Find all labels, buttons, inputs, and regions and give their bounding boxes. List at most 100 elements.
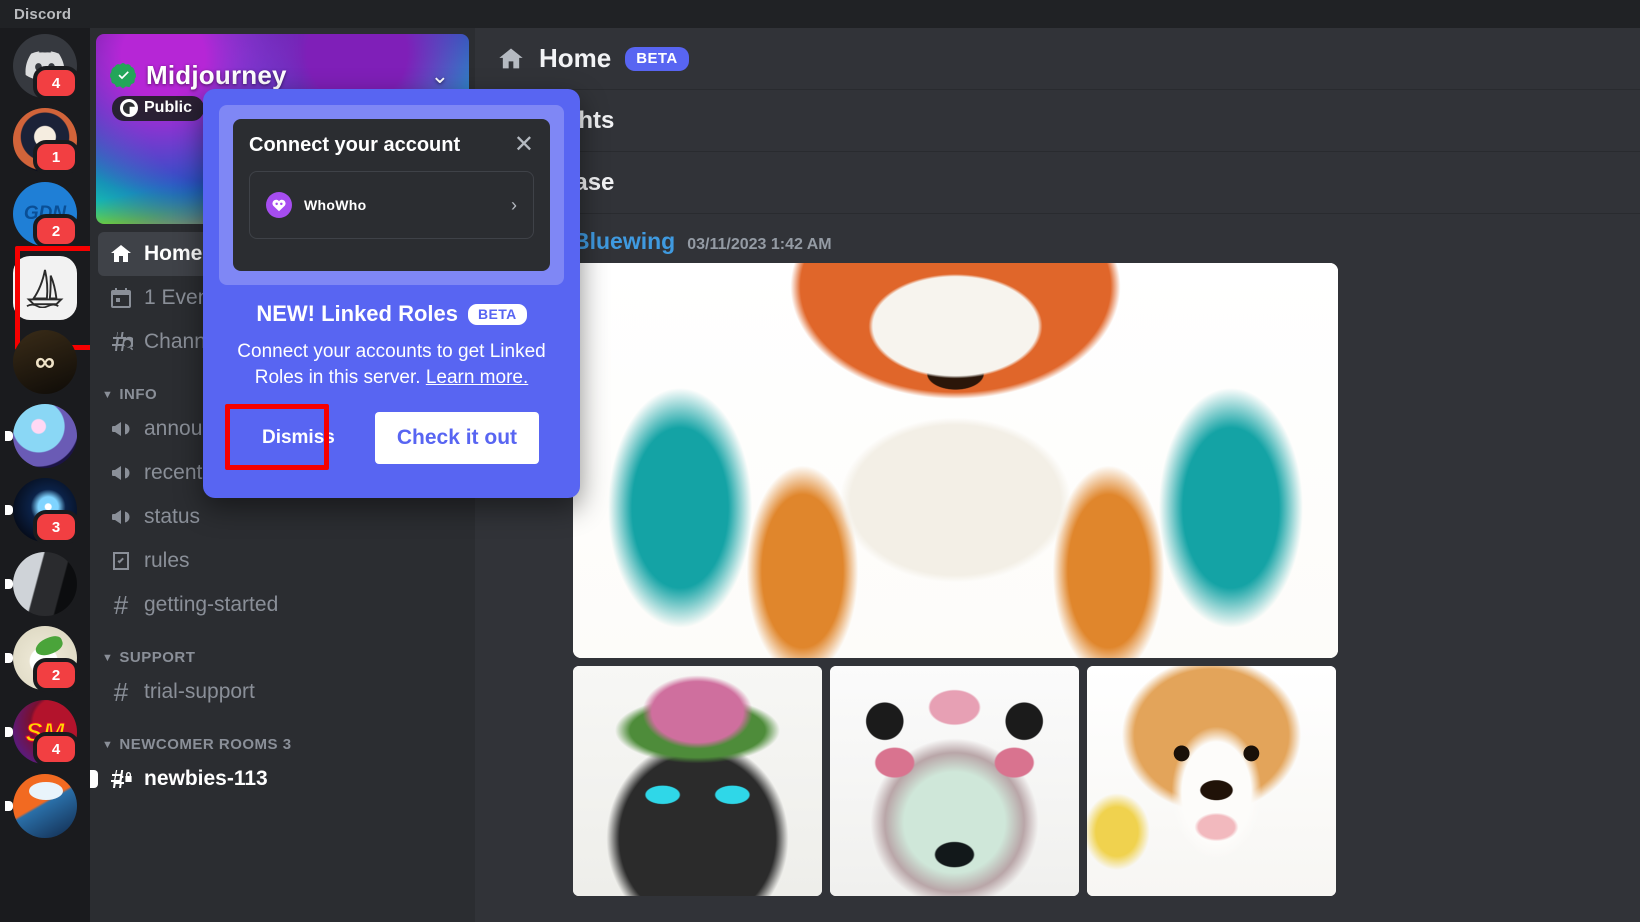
announcement-icon: [108, 416, 134, 442]
dismiss-button-wrapper: Dismiss: [224, 404, 353, 471]
category-label: NEWCOMER ROOMS 3: [119, 736, 292, 753]
message-feed: Bluewing 03/11/2023 1:42 AM: [475, 214, 1640, 896]
chevron-down-icon: ▼: [102, 388, 114, 401]
category-label: SUPPORT: [119, 649, 196, 666]
channel-getting-started[interactable]: # getting-started: [98, 583, 467, 627]
server-icon-gdn[interactable]: GDN 2: [13, 182, 79, 248]
message-thumbnail[interactable]: [573, 666, 822, 896]
whowho-logo-icon: [266, 192, 292, 218]
server-icon-1[interactable]: 1: [13, 108, 79, 174]
channel-newbies-113[interactable]: newbies-113: [90, 757, 467, 801]
close-icon[interactable]: ✕: [514, 133, 534, 157]
window-titlebar: Discord: [0, 0, 1640, 28]
server-icon-unicorn[interactable]: [5, 404, 77, 468]
server-badge-count: 3: [33, 510, 79, 544]
connect-account-card: Connect your account ✕ WhoWho ›: [233, 119, 550, 271]
main-header: Home BETA: [475, 28, 1640, 90]
sidebar-item-label: Home: [144, 242, 203, 265]
server-name: Midjourney: [146, 60, 287, 90]
category-newcomer-rooms[interactable]: ▼ NEWCOMER ROOMS 3: [102, 736, 467, 753]
connect-card-title: Connect your account: [249, 133, 461, 156]
announcement-icon: [108, 460, 134, 486]
popout-actions: Dismiss Check it out: [221, 404, 562, 471]
connection-row-whowho[interactable]: WhoWho ›: [249, 171, 534, 239]
hash-icon: #: [113, 677, 129, 707]
check-it-out-button[interactable]: Check it out: [374, 412, 540, 465]
hero-icon: [13, 774, 77, 838]
moon-landscape-icon: [13, 552, 77, 616]
popout-description: Connect your accounts to get Linked Role…: [221, 339, 562, 390]
beta-badge: BETA: [625, 46, 689, 71]
server-icon-star[interactable]: 3: [5, 478, 79, 544]
category-support[interactable]: ▼ SUPPORT: [102, 649, 467, 666]
channel-trial-support[interactable]: # trial-support: [98, 670, 467, 714]
home-icon: [497, 45, 525, 73]
linked-roles-popout: Connect your account ✕ WhoWho › NEW! Lin…: [203, 89, 580, 498]
section-highlights: Highlights: [475, 90, 1640, 152]
server-badge-count: 4: [33, 66, 79, 100]
channel-label: trial-support: [144, 680, 255, 703]
popout-card-wrapper: Connect your account ✕ WhoWho ›: [219, 105, 564, 285]
learn-more-link[interactable]: Learn more.: [426, 367, 528, 388]
unread-indicator: [5, 801, 13, 811]
unread-indicator: [5, 653, 13, 663]
message-header: Bluewing 03/11/2023 1:42 AM: [475, 228, 1640, 263]
beta-badge: BETA: [468, 303, 527, 325]
server-badge-count: 2: [33, 214, 79, 248]
channel-label: newbies-113: [144, 767, 268, 790]
channel-label: status: [144, 505, 201, 528]
popout-headline: NEW! Linked Roles: [256, 301, 458, 326]
server-header[interactable]: Midjourney ⌄: [96, 34, 469, 91]
corgi-floral-illustration: [1087, 666, 1336, 896]
hash-icon: #: [113, 590, 129, 620]
chevron-right-icon[interactable]: ›: [511, 195, 517, 216]
server-rail[interactable]: 4 1 GDN 2 ∞: [0, 28, 90, 922]
verified-badge-icon: [110, 62, 136, 89]
server-icon-midjourney[interactable]: [13, 246, 90, 350]
message-thumbnail[interactable]: [830, 666, 1079, 896]
server-icon-link[interactable]: ∞: [13, 330, 77, 394]
server-icon-hero[interactable]: [5, 774, 77, 838]
main-content: Home BETA Highlights Showcase Bluewing 0…: [475, 28, 1640, 922]
message-timestamp: 03/11/2023 1:42 AM: [687, 236, 832, 253]
chevron-down-icon: ▼: [102, 651, 114, 664]
server-badge-count: 4: [33, 732, 79, 766]
public-server-tag: Public: [112, 96, 205, 121]
message-hero-image[interactable]: [573, 263, 1338, 658]
hash-lock-icon: [108, 766, 134, 792]
fox-floral-illustration: [573, 263, 1338, 658]
section-showcase: Showcase: [475, 152, 1640, 214]
panther-floral-illustration: [573, 666, 822, 896]
chevron-down-icon[interactable]: ⌄: [431, 63, 449, 89]
home-icon: [108, 241, 134, 267]
message-author[interactable]: Bluewing: [573, 228, 675, 255]
link-knot-icon: ∞: [13, 330, 77, 394]
dismiss-button[interactable]: Dismiss: [244, 417, 353, 459]
channel-status[interactable]: status: [98, 495, 467, 539]
globe-icon: [120, 99, 138, 117]
chevron-down-icon: ▼: [102, 738, 114, 751]
popout-body: NEW! Linked Roles BETA Connect your acco…: [203, 301, 580, 471]
unread-indicator: [5, 431, 13, 441]
server-icon-sm[interactable]: SM 4: [5, 700, 79, 766]
announcement-icon: [108, 504, 134, 530]
popout-headline-row: NEW! Linked Roles BETA: [221, 301, 562, 327]
channel-rules[interactable]: rules: [98, 539, 467, 583]
message-thumbnail[interactable]: [1087, 666, 1336, 896]
unread-indicator: [5, 727, 13, 737]
public-label: Public: [144, 99, 193, 116]
message-thumbnail-grid: [573, 666, 1640, 896]
server-icon-moon[interactable]: [5, 552, 77, 616]
channel-label: getting-started: [144, 593, 279, 616]
server-icon-frog[interactable]: 2: [5, 626, 79, 692]
server-badge-count: 2: [33, 658, 79, 692]
unicorn-icon: [13, 404, 77, 468]
bear-floral-illustration: [830, 666, 1079, 896]
calendar-event-icon: [108, 285, 134, 311]
server-badge-count: 1: [33, 140, 79, 174]
unread-indicator: [90, 770, 98, 788]
browse-channels-icon: [108, 329, 134, 355]
server-icon-discord[interactable]: 4: [13, 34, 79, 100]
unread-indicator: [5, 505, 13, 515]
category-label: INFO: [119, 386, 158, 403]
